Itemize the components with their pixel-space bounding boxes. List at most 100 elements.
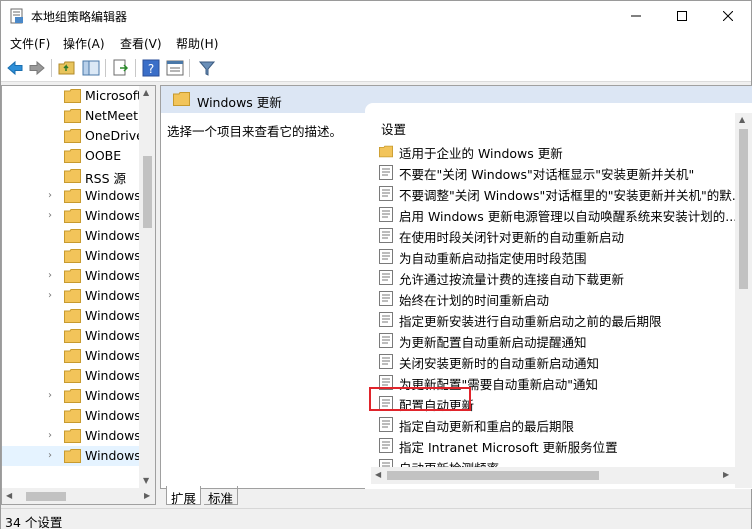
policy-setting-row[interactable]: 指定自动更新和重启的最后期限	[377, 414, 737, 435]
setting-label: 指定 Intranet Microsoft 更新服务位置	[399, 440, 618, 455]
scroll-up-icon[interactable]: ▲	[143, 88, 149, 97]
policy-setting-icon	[379, 291, 393, 306]
tree-item[interactable]: Windows	[2, 326, 141, 346]
policy-setting-row[interactable]: 始终在计划的时间重新启动	[377, 288, 737, 309]
expand-chevron-icon[interactable]: ›	[48, 430, 58, 442]
tab-standard[interactable]: 标准	[204, 486, 239, 506]
policy-setting-icon	[379, 417, 393, 432]
group-policy-editor-window: 本地组策略编辑器 文件(F) 操作(A) 查看(V) 帮助(H) ? Micro…	[0, 0, 752, 530]
expand-chevron-icon[interactable]: ›	[48, 450, 58, 462]
tree-item[interactable]: Windows	[2, 226, 141, 246]
menu-file[interactable]: 文件(F)	[10, 35, 50, 52]
export-list-icon[interactable]	[111, 58, 131, 78]
tree-item[interactable]: › Windows	[2, 426, 141, 446]
settings-hscroll-thumb[interactable]	[387, 471, 599, 480]
policy-setting-row[interactable]: 不要在"关闭 Windows"对话框显示"安装更新并关机"	[377, 162, 737, 183]
policy-setting-row[interactable]: 在使用时段关闭针对更新的自动重新启动	[377, 225, 737, 246]
highlight-box	[369, 387, 471, 411]
tree-item-label: OOBE	[85, 148, 122, 163]
expand-chevron-icon[interactable]: ›	[48, 290, 58, 302]
show-hide-tree-icon[interactable]	[81, 58, 101, 78]
tree-item-label: Microsoft	[85, 88, 142, 103]
policy-setting-icon	[379, 333, 393, 348]
policy-tree[interactable]: Microsoft NetMeeting OneDrive OOBE RSS 源 › Win…	[1, 85, 156, 489]
tree-item-label: Windows	[85, 288, 141, 303]
tree-item[interactable]: Windows	[2, 346, 141, 366]
policy-setting-row[interactable]: 指定 Intranet Microsoft 更新服务位置	[377, 435, 737, 456]
policy-setting-row[interactable]: 启用 Windows 更新电源管理以自动唤醒系统来安装计划的...	[377, 204, 737, 225]
policy-setting-row[interactable]: 为更新配置自动重新启动提醒通知	[377, 330, 737, 351]
tree-item-label: Windows	[85, 428, 141, 443]
expand-chevron-icon[interactable]: ›	[48, 210, 58, 222]
properties-view-icon[interactable]	[165, 58, 185, 78]
scroll-right-icon[interactable]: ▶	[144, 491, 150, 500]
tree-vertical-scrollbar[interactable]: ▲ ▼	[139, 86, 155, 488]
tree-item[interactable]: OOBE	[2, 146, 140, 166]
menu-view[interactable]: 查看(V)	[120, 35, 162, 52]
folder-icon	[64, 89, 81, 103]
menu-help[interactable]: 帮助(H)	[176, 35, 218, 52]
folder-icon	[64, 309, 81, 323]
tree-item[interactable]: › Windows	[2, 446, 141, 466]
scroll-right-icon[interactable]: ▶	[723, 470, 729, 479]
tree-item[interactable]: NetMeeting	[2, 106, 155, 126]
settings-horizontal-scrollbar[interactable]: ◀ ▶	[371, 467, 735, 484]
maximize-button[interactable]	[659, 1, 705, 31]
policy-setting-row[interactable]: 指定更新安装进行自动重新启动之前的最后期限	[377, 309, 737, 330]
policy-setting-row[interactable]: 关闭安装更新时的自动重新启动通知	[377, 351, 737, 372]
tree-item-label: RSS 源	[85, 171, 127, 186]
settings-scroll-thumb[interactable]	[739, 129, 748, 289]
settings-folder-row[interactable]: 适用于企业的 Windows 更新	[377, 141, 737, 162]
scroll-down-icon[interactable]: ▼	[143, 476, 149, 485]
expand-chevron-icon[interactable]: ›	[48, 190, 58, 202]
policy-setting-icon	[379, 165, 393, 180]
close-button[interactable]	[705, 1, 751, 31]
menu-action[interactable]: 操作(A)	[63, 35, 105, 52]
settings-vertical-scrollbar[interactable]: ▲	[735, 113, 752, 488]
tree-item[interactable]: › Windows	[2, 206, 141, 226]
tree-item[interactable]: Windows	[2, 246, 141, 266]
tab-extended[interactable]: 扩展	[166, 486, 202, 506]
tree-item[interactable]: › Windows	[2, 266, 141, 286]
tree-item[interactable]: Windows	[2, 366, 141, 386]
up-folder-icon[interactable]	[57, 58, 77, 78]
forward-arrow-icon[interactable]	[27, 58, 47, 78]
policy-setting-icon	[379, 249, 393, 264]
tree-item[interactable]: Windows	[2, 406, 141, 426]
back-arrow-icon[interactable]	[5, 58, 25, 78]
tree-hscroll-thumb[interactable]	[26, 492, 66, 501]
help-icon[interactable]: ?	[141, 58, 161, 78]
tree-item[interactable]: OneDrive	[2, 126, 144, 146]
tree-item[interactable]: › Windows	[2, 186, 141, 206]
tree-item[interactable]: RSS 源	[2, 166, 140, 186]
tree-item-label: Windows	[85, 368, 141, 383]
tree-item[interactable]: Windows	[2, 306, 141, 326]
policy-setting-row[interactable]: 为自动重新启动指定使用时段范围	[377, 246, 737, 267]
tree-item-label: Windows	[85, 348, 141, 363]
expand-chevron-icon[interactable]: ›	[48, 390, 58, 402]
folder-icon	[64, 329, 81, 343]
scroll-left-icon[interactable]: ◀	[375, 470, 381, 479]
toolbar: ?	[1, 53, 751, 82]
scroll-up-icon[interactable]: ▲	[739, 115, 745, 124]
expand-chevron-icon[interactable]: ›	[48, 270, 58, 282]
filter-icon[interactable]	[197, 58, 217, 78]
folder-icon	[64, 369, 81, 383]
folder-icon	[173, 92, 190, 106]
tree-item[interactable]: › Windows	[2, 286, 141, 306]
column-header-settings[interactable]: 设置	[381, 119, 406, 138]
view-tabs: 扩展 标准	[160, 486, 752, 506]
tree-horizontal-scrollbar[interactable]: ◀ ▶	[1, 488, 156, 505]
policy-setting-row[interactable]: 不要调整"关闭 Windows"对话框里的"安装更新并关机"的默...	[377, 183, 744, 204]
scroll-left-icon[interactable]: ◀	[6, 491, 12, 500]
folder-icon	[64, 109, 81, 123]
policy-setting-icon	[379, 186, 393, 201]
folder-icon	[64, 169, 81, 183]
tree-scroll-thumb[interactable]	[143, 156, 152, 228]
minimize-button[interactable]	[613, 1, 659, 31]
folder-icon	[64, 269, 81, 283]
folder-icon	[64, 289, 81, 303]
policy-setting-row[interactable]: 允许通过按流量计费的连接自动下载更新	[377, 267, 737, 288]
tree-item[interactable]: Microsoft	[2, 86, 142, 106]
tree-item[interactable]: › Windows	[2, 386, 141, 406]
